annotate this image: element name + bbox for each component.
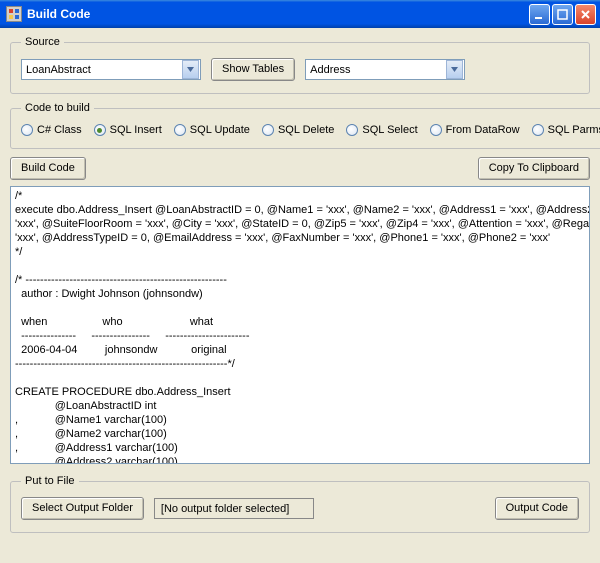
radio-sql-select[interactable]: SQL Select — [346, 124, 417, 136]
radio-label: SQL Insert — [110, 124, 162, 136]
app-icon — [6, 6, 22, 22]
source-group: Source LoanAbstract Show Tables Address — [10, 36, 590, 94]
radio-icon — [532, 124, 544, 136]
show-tables-button[interactable]: Show Tables — [211, 58, 295, 81]
radio-label: SQL Delete — [278, 124, 334, 136]
radio-from-datarow[interactable]: From DataRow — [430, 124, 520, 136]
put-to-file-legend: Put to File — [21, 475, 79, 487]
radio-icon — [346, 124, 358, 136]
radio-label: C# Class — [37, 124, 82, 136]
radio-label: SQL Update — [190, 124, 250, 136]
radio-icon — [262, 124, 274, 136]
chevron-down-icon[interactable] — [182, 60, 199, 79]
source-legend: Source — [21, 36, 64, 48]
code-to-build-legend: Code to build — [21, 102, 94, 114]
source-combo-2[interactable]: Address — [305, 59, 465, 80]
radio-label: SQL Select — [362, 124, 417, 136]
radio-sql-update[interactable]: SQL Update — [174, 124, 250, 136]
radio-sql-parms[interactable]: SQL Parms — [532, 124, 600, 136]
output-code-button[interactable]: Output Code — [495, 497, 579, 520]
radio-icon — [174, 124, 186, 136]
radio-sql-delete[interactable]: SQL Delete — [262, 124, 334, 136]
build-code-button[interactable]: Build Code — [10, 157, 86, 180]
code-to-build-group: Code to build C# Class SQL Insert SQL Up… — [10, 102, 600, 149]
radio-icon — [21, 124, 33, 136]
radio-csharp-class[interactable]: C# Class — [21, 124, 82, 136]
window-minimize-button[interactable] — [529, 4, 550, 25]
output-folder-status: [No output folder selected] — [154, 498, 314, 519]
chevron-down-icon[interactable] — [446, 60, 463, 79]
radio-label: From DataRow — [446, 124, 520, 136]
source-combo-1-text: LoanAbstract — [26, 64, 181, 76]
code-output-textarea[interactable] — [10, 186, 590, 464]
copy-to-clipboard-button[interactable]: Copy To Clipboard — [478, 157, 590, 180]
put-to-file-group: Put to File Select Output Folder [No out… — [10, 475, 590, 533]
radio-icon — [430, 124, 442, 136]
window-title: Build Code — [27, 7, 90, 21]
radio-sql-insert[interactable]: SQL Insert — [94, 124, 162, 136]
window-close-button[interactable] — [575, 4, 596, 25]
window-titlebar: Build Code — [0, 0, 600, 28]
source-combo-2-text: Address — [310, 64, 445, 76]
radio-icon — [94, 124, 106, 136]
radio-label: SQL Parms — [548, 124, 600, 136]
window-maximize-button[interactable] — [552, 4, 573, 25]
source-combo-1[interactable]: LoanAbstract — [21, 59, 201, 80]
select-output-folder-button[interactable]: Select Output Folder — [21, 497, 144, 520]
